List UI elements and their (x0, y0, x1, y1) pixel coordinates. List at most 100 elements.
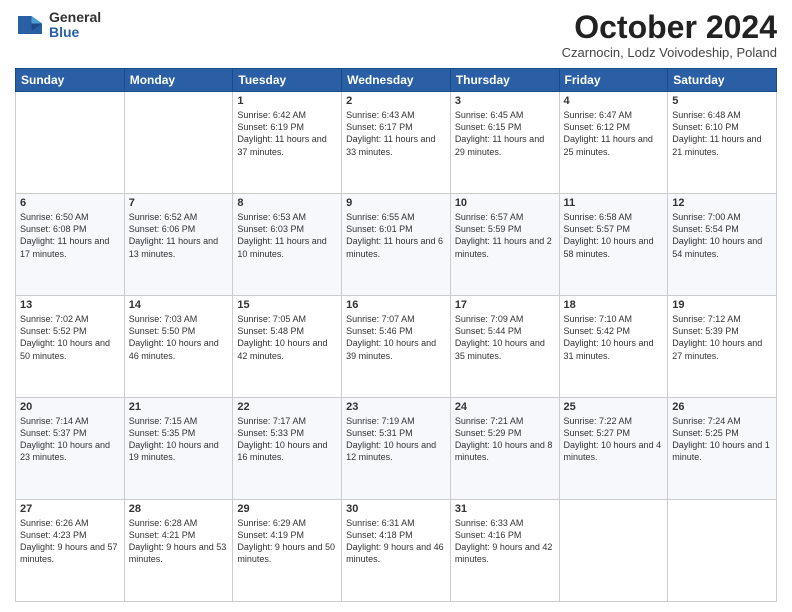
col-sunday: Sunday (16, 69, 125, 92)
col-friday: Friday (559, 69, 668, 92)
day-detail: Sunrise: 7:21 AM Sunset: 5:29 PM Dayligh… (455, 415, 555, 464)
day-number: 3 (455, 95, 555, 107)
calendar-cell-w2-d2: 7 Sunrise: 6:52 AM Sunset: 6:06 PM Daylig… (124, 194, 233, 296)
day-number: 12 (672, 197, 772, 209)
day-number: 25 (564, 401, 664, 413)
calendar-cell-w3-d5: 17 Sunrise: 7:09 AM Sunset: 5:44 PM Dayli… (450, 296, 559, 398)
day-number: 13 (20, 299, 120, 311)
col-saturday: Saturday (668, 69, 777, 92)
day-detail: Sunrise: 7:15 AM Sunset: 5:35 PM Dayligh… (129, 415, 229, 464)
col-monday: Monday (124, 69, 233, 92)
calendar-cell-w4-d7: 26 Sunrise: 7:24 AM Sunset: 5:25 PM Dayli… (668, 398, 777, 500)
calendar-week-4: 20Sunrise: 7:14 AM Sunset: 5:37 PM Dayli… (16, 398, 777, 500)
location-subtitle: Czarnocin, Lodz Voivodeship, Poland (562, 45, 777, 60)
day-number: 15 (237, 299, 337, 311)
page: General Blue October 2024 Czarnocin, Lod… (0, 0, 792, 612)
day-number: 1 (237, 95, 337, 107)
day-detail: Sunrise: 6:26 AM Sunset: 4:23 PM Dayligh… (20, 517, 120, 566)
day-detail: Sunrise: 7:03 AM Sunset: 5:50 PM Dayligh… (129, 313, 229, 362)
day-number: 14 (129, 299, 229, 311)
calendar-cell-w4-d5: 24Sunrise: 7:21 AM Sunset: 5:29 PM Dayli… (450, 398, 559, 500)
calendar-week-5: 27 Sunrise: 6:26 AM Sunset: 4:23 PM Dayli… (16, 500, 777, 602)
day-detail: Sunrise: 6:53 AM Sunset: 6:03 PM Dayligh… (237, 211, 337, 260)
day-number: 28 (129, 503, 229, 515)
logo-icon (15, 10, 45, 40)
header: General Blue October 2024 Czarnocin, Lod… (15, 10, 777, 60)
day-number: 31 (455, 503, 555, 515)
calendar-cell-w2-d1: 6 Sunrise: 6:50 AM Sunset: 6:08 PM Daylig… (16, 194, 125, 296)
day-number: 23 (346, 401, 446, 413)
day-number: 9 (346, 197, 446, 209)
day-detail: Sunrise: 7:00 AM Sunset: 5:54 PM Dayligh… (672, 211, 772, 260)
day-detail: Sunrise: 7:14 AM Sunset: 5:37 PM Dayligh… (20, 415, 120, 464)
calendar-cell-w2-d7: 12 Sunrise: 7:00 AM Sunset: 5:54 PM Dayli… (668, 194, 777, 296)
day-number: 26 (672, 401, 772, 413)
day-detail: Sunrise: 6:58 AM Sunset: 5:57 PM Dayligh… (564, 211, 664, 260)
calendar-cell-w3-d3: 15 Sunrise: 7:05 AM Sunset: 5:48 PM Dayli… (233, 296, 342, 398)
day-number: 29 (237, 503, 337, 515)
calendar-cell-w1-d6: 4Sunrise: 6:47 AM Sunset: 6:12 PM Daylig… (559, 92, 668, 194)
day-detail: Sunrise: 7:22 AM Sunset: 5:27 PM Dayligh… (564, 415, 664, 464)
day-detail: Sunrise: 7:05 AM Sunset: 5:48 PM Dayligh… (237, 313, 337, 362)
col-tuesday: Tuesday (233, 69, 342, 92)
day-detail: Sunrise: 6:52 AM Sunset: 6:06 PM Dayligh… (129, 211, 229, 260)
calendar-cell-w1-d3: 1Sunrise: 6:42 AM Sunset: 6:19 PM Daylig… (233, 92, 342, 194)
calendar-cell-w5-d3: 29 Sunrise: 6:29 AM Sunset: 4:19 PM Dayli… (233, 500, 342, 602)
calendar-week-2: 6 Sunrise: 6:50 AM Sunset: 6:08 PM Daylig… (16, 194, 777, 296)
day-detail: Sunrise: 6:45 AM Sunset: 6:15 PM Dayligh… (455, 109, 555, 158)
day-detail: Sunrise: 6:55 AM Sunset: 6:01 PM Dayligh… (346, 211, 446, 260)
logo-blue-text: Blue (49, 25, 101, 40)
calendar-cell-w5-d4: 30Sunrise: 6:31 AM Sunset: 4:18 PM Dayli… (342, 500, 451, 602)
day-number: 17 (455, 299, 555, 311)
day-number: 18 (564, 299, 664, 311)
logo-general-text: General (49, 10, 101, 25)
day-number: 16 (346, 299, 446, 311)
month-title: October 2024 (562, 10, 777, 45)
day-number: 8 (237, 197, 337, 209)
calendar-week-3: 13 Sunrise: 7:02 AM Sunset: 5:52 PM Dayli… (16, 296, 777, 398)
day-detail: Sunrise: 7:09 AM Sunset: 5:44 PM Dayligh… (455, 313, 555, 362)
day-detail: Sunrise: 6:50 AM Sunset: 6:08 PM Dayligh… (20, 211, 120, 260)
calendar-cell-w5-d7 (668, 500, 777, 602)
calendar-cell-w3-d7: 19 Sunrise: 7:12 AM Sunset: 5:39 PM Dayli… (668, 296, 777, 398)
day-detail: Sunrise: 7:19 AM Sunset: 5:31 PM Dayligh… (346, 415, 446, 464)
calendar-cell-w3-d6: 18Sunrise: 7:10 AM Sunset: 5:42 PM Dayli… (559, 296, 668, 398)
calendar-week-1: 1Sunrise: 6:42 AM Sunset: 6:19 PM Daylig… (16, 92, 777, 194)
day-detail: Sunrise: 7:12 AM Sunset: 5:39 PM Dayligh… (672, 313, 772, 362)
day-detail: Sunrise: 6:28 AM Sunset: 4:21 PM Dayligh… (129, 517, 229, 566)
calendar-cell-w1-d7: 5Sunrise: 6:48 AM Sunset: 6:10 PM Daylig… (668, 92, 777, 194)
day-number: 7 (129, 197, 229, 209)
day-detail: Sunrise: 6:33 AM Sunset: 4:16 PM Dayligh… (455, 517, 555, 566)
col-wednesday: Wednesday (342, 69, 451, 92)
calendar-cell-w4-d4: 23 Sunrise: 7:19 AM Sunset: 5:31 PM Dayli… (342, 398, 451, 500)
day-detail: Sunrise: 6:43 AM Sunset: 6:17 PM Dayligh… (346, 109, 446, 158)
calendar-cell-w5-d5: 31 Sunrise: 6:33 AM Sunset: 4:16 PM Dayli… (450, 500, 559, 602)
day-number: 6 (20, 197, 120, 209)
day-number: 10 (455, 197, 555, 209)
day-number: 4 (564, 95, 664, 107)
calendar-table: Sunday Monday Tuesday Wednesday Thursday… (15, 68, 777, 602)
day-number: 19 (672, 299, 772, 311)
calendar-cell-w4-d6: 25 Sunrise: 7:22 AM Sunset: 5:27 PM Dayli… (559, 398, 668, 500)
calendar-cell-w4-d3: 22Sunrise: 7:17 AM Sunset: 5:33 PM Dayli… (233, 398, 342, 500)
calendar-cell-w1-d5: 3 Sunrise: 6:45 AM Sunset: 6:15 PM Daylig… (450, 92, 559, 194)
day-detail: Sunrise: 6:48 AM Sunset: 6:10 PM Dayligh… (672, 109, 772, 158)
calendar-cell-w4-d1: 20Sunrise: 7:14 AM Sunset: 5:37 PM Dayli… (16, 398, 125, 500)
day-detail: Sunrise: 7:24 AM Sunset: 5:25 PM Dayligh… (672, 415, 772, 464)
col-thursday: Thursday (450, 69, 559, 92)
calendar-cell-w1-d1 (16, 92, 125, 194)
calendar-cell-w2-d3: 8 Sunrise: 6:53 AM Sunset: 6:03 PM Daylig… (233, 194, 342, 296)
day-detail: Sunrise: 6:57 AM Sunset: 5:59 PM Dayligh… (455, 211, 555, 260)
calendar-cell-w1-d4: 2 Sunrise: 6:43 AM Sunset: 6:17 PM Daylig… (342, 92, 451, 194)
calendar-cell-w2-d4: 9 Sunrise: 6:55 AM Sunset: 6:01 PM Daylig… (342, 194, 451, 296)
day-detail: Sunrise: 7:02 AM Sunset: 5:52 PM Dayligh… (20, 313, 120, 362)
calendar-cell-w2-d6: 11Sunrise: 6:58 AM Sunset: 5:57 PM Dayli… (559, 194, 668, 296)
day-number: 2 (346, 95, 446, 107)
day-number: 22 (237, 401, 337, 413)
day-detail: Sunrise: 6:29 AM Sunset: 4:19 PM Dayligh… (237, 517, 337, 566)
day-number: 27 (20, 503, 120, 515)
title-block: October 2024 Czarnocin, Lodz Voivodeship… (562, 10, 777, 60)
calendar-cell-w5-d1: 27 Sunrise: 6:26 AM Sunset: 4:23 PM Dayli… (16, 500, 125, 602)
day-detail: Sunrise: 6:31 AM Sunset: 4:18 PM Dayligh… (346, 517, 446, 566)
calendar-cell-w3-d4: 16Sunrise: 7:07 AM Sunset: 5:46 PM Dayli… (342, 296, 451, 398)
